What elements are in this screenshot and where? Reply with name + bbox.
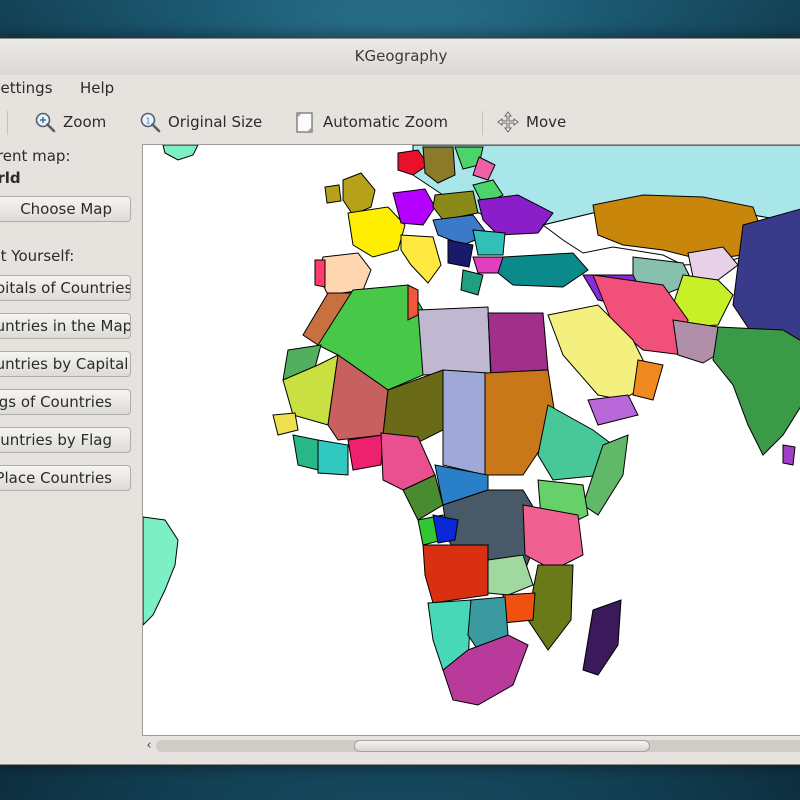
country-congo[interactable]	[432, 514, 459, 544]
move-label: Move	[526, 113, 567, 131]
menu-help[interactable]: Help	[80, 79, 114, 97]
zoom-icon	[35, 112, 56, 133]
automatic-zoom-label: Automatic Zoom	[323, 113, 448, 131]
kgeography-window: KGeography Settings Help Zoom 1 Original…	[0, 38, 800, 765]
country-portugal[interactable]	[314, 259, 326, 288]
current-map-label: Current map:	[0, 147, 71, 165]
move-button[interactable]: Move	[496, 107, 566, 137]
country-serbia[interactable]	[447, 239, 474, 268]
country-sri-lanka[interactable]	[782, 444, 796, 466]
zoom-button[interactable]: Zoom	[33, 107, 106, 137]
toolbar-separator	[482, 111, 483, 135]
scroll-thumb[interactable]	[354, 740, 650, 752]
country-ireland[interactable]	[324, 184, 342, 204]
place-countries-button[interactable]: Place Countries	[0, 465, 131, 491]
country-turkey[interactable]	[497, 252, 589, 288]
test-yourself-label: Test Yourself:	[0, 247, 75, 265]
country-egypt[interactable]	[487, 312, 549, 374]
automatic-zoom-button[interactable]: Automatic Zoom	[293, 107, 448, 137]
countries-by-capital-button[interactable]: Countries by Capital	[0, 351, 131, 377]
country-cote-divoire[interactable]	[317, 439, 349, 476]
toolbar-separator	[7, 111, 8, 135]
country-tunisia[interactable]	[407, 284, 419, 321]
country-china[interactable]	[732, 207, 800, 345]
country-angola[interactable]	[422, 544, 489, 604]
original-size-button[interactable]: 1 Original Size	[138, 107, 262, 137]
country-zimbabwe[interactable]	[502, 592, 536, 624]
country-mozambique[interactable]	[527, 564, 574, 651]
world-map-svg	[143, 145, 800, 706]
country-greece[interactable]	[460, 269, 484, 296]
country-france[interactable]	[347, 206, 406, 258]
menu-settings[interactable]: Settings	[0, 79, 53, 97]
original-size-label: Original Size	[168, 113, 263, 131]
country-brazil[interactable]	[143, 516, 179, 626]
country-burkina-faso[interactable]	[347, 434, 384, 471]
country-india[interactable]	[712, 326, 800, 456]
country-guinea[interactable]	[292, 434, 319, 471]
horizontal-scrollbar[interactable]: ‹	[142, 737, 800, 755]
countries-in-map-button[interactable]: Countries in the Map	[0, 313, 131, 339]
svg-text:1: 1	[145, 117, 150, 126]
window-title: KGeography	[354, 47, 448, 65]
menu-bar: Settings Help	[0, 75, 800, 101]
original-size-icon: 1	[140, 112, 161, 133]
scroll-left-icon[interactable]: ‹	[142, 737, 156, 755]
choose-map-button[interactable]: Choose Map	[0, 196, 131, 222]
country-romania[interactable]	[472, 229, 506, 256]
toolbar: Zoom 1 Original Size Automatic Zoom Move	[0, 103, 800, 141]
country-greenland[interactable]	[162, 145, 199, 161]
country-italy[interactable]	[400, 234, 442, 284]
country-madagascar[interactable]	[582, 599, 622, 676]
zoom-label: Zoom	[63, 113, 107, 131]
country-senegal[interactable]	[272, 412, 299, 436]
world-map[interactable]	[142, 144, 800, 736]
country-united-kingdom[interactable]	[342, 172, 376, 216]
country-tanzania[interactable]	[522, 504, 584, 571]
scroll-track[interactable]	[156, 740, 800, 752]
country-yemen[interactable]	[587, 394, 639, 426]
flags-of-countries-button[interactable]: Flags of Countries	[0, 389, 131, 415]
country-kazakhstan[interactable]	[592, 194, 764, 261]
title-bar[interactable]: KGeography	[0, 39, 800, 75]
country-oman[interactable]	[632, 359, 664, 401]
automatic-zoom-icon	[296, 112, 313, 133]
move-icon	[497, 111, 519, 133]
current-map-value: World	[0, 169, 21, 187]
countries-by-flag-button[interactable]: Countries by Flag	[0, 427, 131, 453]
country-chad[interactable]	[442, 369, 489, 476]
capitals-of-countries-button[interactable]: Capitals of Countries	[0, 275, 131, 301]
